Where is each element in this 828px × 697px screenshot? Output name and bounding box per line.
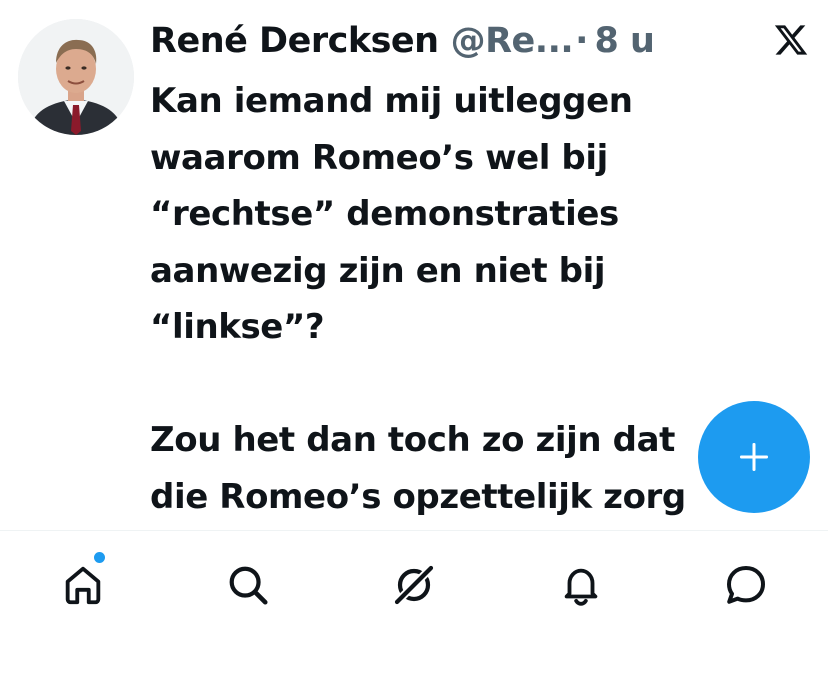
tab-messages[interactable] bbox=[716, 555, 776, 615]
separator-dot: · bbox=[575, 21, 589, 61]
tweet-header: René Dercksen @Re... · 8 u bbox=[150, 18, 655, 64]
user-handle[interactable]: @Re... bbox=[451, 18, 574, 64]
previous-text-fragment bbox=[150, 0, 710, 2]
tab-search[interactable] bbox=[218, 555, 278, 615]
tab-grok[interactable] bbox=[384, 555, 444, 615]
tab-home[interactable] bbox=[53, 552, 113, 615]
tweet-line: die Romeo’s opzettelijk zorg bbox=[150, 476, 686, 517]
bell-icon bbox=[564, 568, 598, 606]
plus-icon bbox=[740, 443, 768, 471]
tweet-line: “rechtse” demonstraties bbox=[150, 194, 619, 234]
grok-icon bbox=[393, 564, 435, 606]
tweet-line: “linkse”? bbox=[150, 307, 325, 347]
x-logo-icon bbox=[773, 22, 809, 58]
tweet-screen: René Dercksen @Re... · 8 u Kan iemand mi… bbox=[0, 0, 828, 697]
timestamp[interactable]: 8 u bbox=[594, 18, 654, 64]
avatar[interactable] bbox=[18, 19, 134, 135]
notification-dot bbox=[94, 552, 105, 563]
tweet-line: waarom Romeo’s wel bij bbox=[150, 137, 608, 178]
tweet-line: aanwezig zijn en niet bij bbox=[150, 250, 606, 291]
compose-button[interactable] bbox=[698, 401, 810, 513]
tab-notifications[interactable] bbox=[551, 555, 611, 615]
tweet-text: Kan iemand mij uitleggen waarom Romeo’s … bbox=[150, 73, 790, 525]
messages-icon bbox=[727, 566, 765, 604]
profile-photo bbox=[18, 19, 134, 135]
tweet-line: Zou het dan toch zo zijn dat bbox=[150, 420, 675, 460]
tweet-line: Kan iemand mij uitleggen bbox=[150, 81, 633, 121]
display-name[interactable]: René Dercksen bbox=[150, 18, 439, 64]
bottom-nav bbox=[0, 531, 828, 697]
search-icon bbox=[229, 566, 268, 605]
home-icon bbox=[65, 566, 101, 605]
